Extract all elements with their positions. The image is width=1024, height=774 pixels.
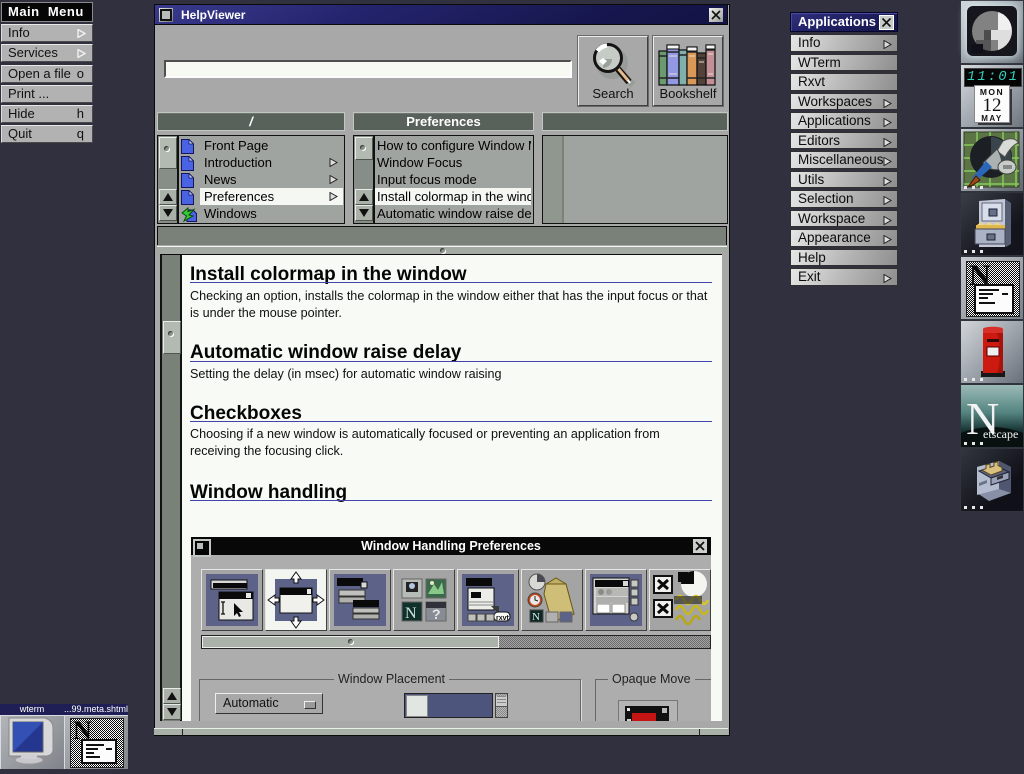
svg-text:?: ? bbox=[432, 606, 441, 622]
svg-text:etscape: etscape bbox=[983, 427, 1018, 441]
svg-text:N: N bbox=[405, 605, 417, 622]
svg-text:N: N bbox=[532, 611, 540, 623]
svg-text:rxvt: rxvt bbox=[496, 615, 510, 622]
